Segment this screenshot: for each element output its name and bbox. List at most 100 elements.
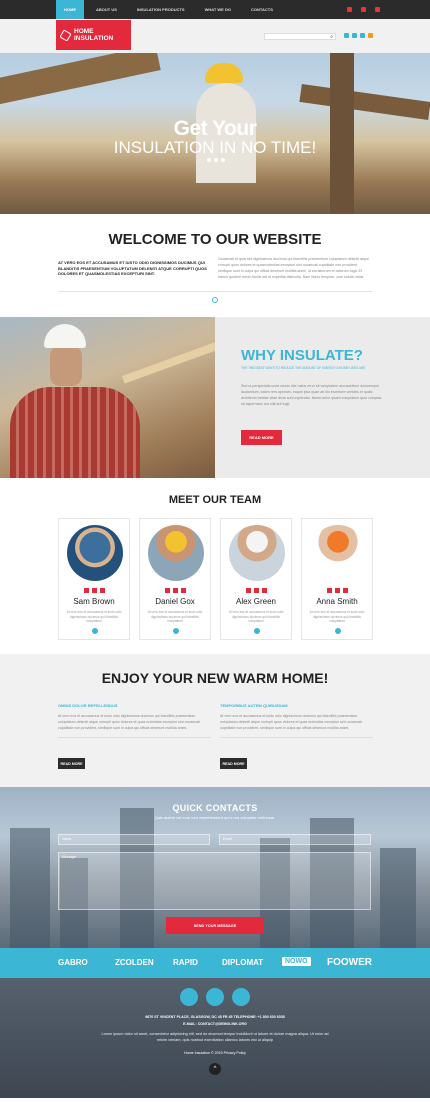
- why-section: WHY INSULATE? The two best ways to reduc…: [0, 317, 430, 478]
- member-desc: At vero eos et accusamus et iusto odio d…: [309, 610, 365, 623]
- building: [380, 848, 416, 948]
- team-card: Anna Smith At vero eos et accusamus et i…: [301, 518, 373, 640]
- column-body: At vero eos et accusamus et iusto odio d…: [58, 714, 200, 730]
- google-icon[interactable]: [83, 588, 89, 593]
- top-nav: Home About us Insulation products What w…: [0, 0, 430, 19]
- hero-helmet: [205, 63, 243, 83]
- footer-email[interactable]: E-mail: contact@demolink.org: [0, 1022, 430, 1026]
- rss-icon[interactable]: [368, 33, 373, 38]
- avatar: [148, 525, 204, 581]
- client-logo[interactable]: NOWO: [282, 957, 311, 966]
- twitter-icon[interactable]: [91, 588, 97, 593]
- building: [10, 828, 50, 948]
- why-subtitle: The two best ways to reduce the amount o…: [241, 366, 366, 370]
- search-input[interactable]: ⌕: [264, 33, 336, 40]
- nav-contacts[interactable]: Contacts: [243, 0, 281, 19]
- play-icon[interactable]: [254, 628, 260, 634]
- logo[interactable]: Home Insulation: [56, 20, 131, 50]
- team-card: Sam Brown At vero eos et accusamus et iu…: [58, 518, 130, 640]
- google-icon[interactable]: [245, 588, 251, 593]
- header-social: [344, 33, 373, 38]
- read-more-button[interactable]: Read more: [220, 758, 247, 769]
- team-card: Alex Green At vero eos et accusamus et i…: [220, 518, 292, 640]
- copyright: Home Insulation © 2015 Privacy Policy: [184, 1051, 246, 1055]
- hero-slider: Get Your INSULATION IN NO TIME!: [0, 53, 430, 214]
- twitter-icon[interactable]: [172, 588, 178, 593]
- nav-products[interactable]: Insulation products: [129, 0, 193, 19]
- member-social: [59, 588, 129, 593]
- twitter-icon[interactable]: [206, 988, 224, 1006]
- member-name: Daniel Gox: [155, 597, 195, 606]
- tumblr-icon[interactable]: [180, 988, 198, 1006]
- footer: 9870 St Vincent Place, Glasgow, DC 45 Fr…: [0, 978, 430, 1098]
- facebook-icon[interactable]: [342, 588, 348, 593]
- scroll-top-icon[interactable]: ^: [209, 1063, 221, 1075]
- nav-home[interactable]: Home: [56, 0, 84, 19]
- slider-dot[interactable]: [214, 158, 218, 162]
- play-icon[interactable]: [173, 628, 179, 634]
- send-message-button[interactable]: Send your message: [166, 917, 264, 934]
- worker-photo: [0, 317, 215, 478]
- why-read-more-button[interactable]: Read more: [241, 430, 282, 445]
- facebook-icon[interactable]: [344, 33, 349, 38]
- mail-icon[interactable]: [361, 7, 366, 12]
- photo-face: [50, 346, 82, 386]
- logo-line2: Insulation: [74, 35, 114, 42]
- hero-subtitle: INSULATION IN NO TIME!: [113, 138, 317, 157]
- top-social: [347, 0, 380, 19]
- client-logo[interactable]: GABRO: [58, 958, 88, 967]
- member-name: Alex Green: [235, 597, 277, 606]
- name-field[interactable]: Name: [58, 834, 210, 845]
- slider-dot[interactable]: [221, 158, 225, 162]
- nav-what-we-do[interactable]: What we do: [197, 0, 239, 19]
- twitter-icon[interactable]: [352, 33, 357, 38]
- client-logo[interactable]: RAPID: [173, 958, 198, 967]
- client-logo[interactable]: ZCOLDEN: [115, 958, 154, 967]
- phone-icon[interactable]: [375, 7, 380, 12]
- divider: [58, 737, 211, 738]
- read-more-button[interactable]: Read more: [58, 758, 85, 769]
- message-field[interactable]: Message: [58, 852, 371, 910]
- youtube-icon[interactable]: [232, 988, 250, 1006]
- play-icon[interactable]: [92, 628, 98, 634]
- twitter-icon[interactable]: [253, 588, 259, 593]
- column-title: Temporibus autem quibusdam: [220, 703, 288, 708]
- divider: [220, 737, 373, 738]
- welcome-lead: AT VERO EOS ET ACCUSAMUS ET IUSTO ODIO D…: [58, 260, 207, 276]
- facebook-icon[interactable]: [180, 588, 186, 593]
- google-icon[interactable]: [326, 588, 332, 593]
- google-icon[interactable]: [164, 588, 170, 593]
- team-card: Daniel Gox At vero eos et accusamus et i…: [139, 518, 211, 640]
- email-field[interactable]: Email: [219, 834, 371, 845]
- contacts-section: QUICK CONTACTS Quis autem vel eum iure r…: [0, 787, 430, 948]
- member-social: [302, 588, 372, 593]
- photo-helmet: [44, 324, 86, 348]
- footer-social: [0, 988, 430, 1006]
- google-icon[interactable]: [360, 33, 365, 38]
- play-icon[interactable]: [335, 628, 341, 634]
- client-logo[interactable]: DIPLOMAT: [222, 958, 263, 967]
- warm-column: Omnis dolor repellendus At vero eos et a…: [58, 703, 211, 738]
- pinterest-icon[interactable]: [347, 7, 352, 12]
- member-name: Sam Brown: [73, 597, 115, 606]
- logo-line1: Home: [74, 28, 94, 35]
- member-desc: At vero eos et accusamus et iusto odio d…: [147, 610, 203, 623]
- photo-shirt: [10, 387, 140, 478]
- facebook-icon[interactable]: [261, 588, 267, 593]
- search-icon[interactable]: ⌕: [330, 34, 333, 40]
- twitter-icon[interactable]: [334, 588, 340, 593]
- why-body: Sed ut perspiciatis unde omnis iste natu…: [241, 384, 382, 406]
- client-logo[interactable]: FOOWER: [327, 957, 372, 968]
- slider-dot[interactable]: [207, 158, 211, 162]
- hero-beam: [0, 53, 161, 108]
- hexagon-icon: [59, 28, 72, 42]
- contacts-title: QUICK CONTACTS: [172, 803, 258, 813]
- nav-about[interactable]: About us: [88, 0, 125, 19]
- warm-title: ENJOY YOUR NEW WARM HOME!: [101, 670, 329, 686]
- member-name: Anna Smith: [316, 597, 358, 606]
- avatar: [229, 525, 285, 581]
- slider-dots: [207, 158, 225, 162]
- warm-column: Temporibus autem quibusdam At vero eos e…: [220, 703, 373, 738]
- facebook-icon[interactable]: [99, 588, 105, 593]
- arrow-down-icon[interactable]: [212, 297, 218, 303]
